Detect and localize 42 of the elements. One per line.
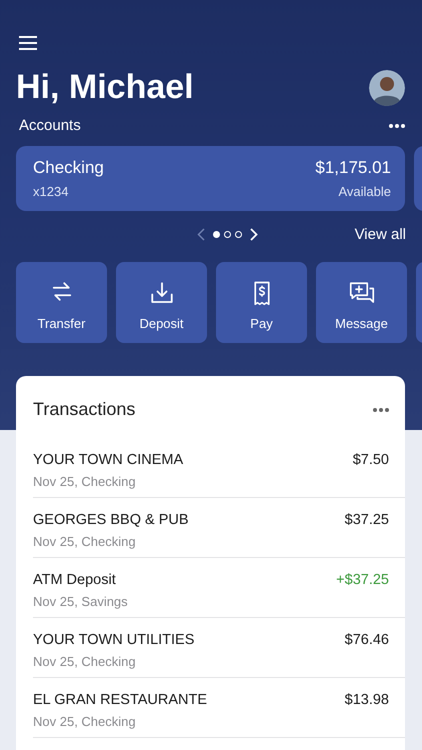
page-dot[interactable] [213, 230, 220, 238]
view-all-link[interactable]: View all [354, 226, 406, 242]
transaction-amount: $37.25 [344, 512, 389, 530]
section-label: Accounts [19, 117, 81, 134]
transaction-row[interactable]: EL GRAN RESTAURANTE Nov 25, Checking $13.98 [33, 678, 405, 738]
account-balance: $1,175.01 [315, 158, 391, 178]
page-dot[interactable] [224, 230, 232, 238]
transaction-detail: Nov 25, Checking [33, 654, 137, 669]
account-card[interactable]: Checking x1234 $1,175.01 Available [16, 146, 405, 211]
action-button[interactable]: Pay [216, 262, 307, 343]
transaction-amount: $13.98 [344, 692, 389, 710]
transaction-row[interactable]: ATM Deposit Nov 25, Savings +$37.25 [33, 558, 405, 618]
transaction-row[interactable]: YOUR TOWN CINEMA Nov 25, Checking $7.50 [33, 438, 405, 498]
merchant-name: ATM Deposit [33, 572, 117, 588]
transaction-detail: Nov 25, Checking [33, 474, 137, 489]
transaction-row[interactable]: YOUR TOWN UTILITIES Nov 25, Checking $76.46 [33, 618, 405, 678]
merchant-name: YOUR TOWN CINEMA [33, 452, 184, 468]
transaction-detail: Nov 25, Checking [33, 714, 137, 729]
action-button[interactable]: Deposit [116, 262, 207, 343]
menu-icon[interactable] [19, 36, 37, 50]
merchant-name: EL GRAN RESTAURANTE [33, 692, 208, 708]
account-number: x1234 [33, 184, 70, 199]
greeting-title: Hi, Michael [16, 68, 194, 107]
transaction-amount: $76.46 [344, 632, 389, 650]
transaction-detail: Nov 25, Savings [33, 594, 128, 609]
card-title: Transactions [33, 399, 136, 420]
merchant-name: GEORGES BBQ & PUB [33, 512, 189, 528]
previous-icon[interactable] [197, 228, 206, 240]
page-dot[interactable] [235, 230, 242, 238]
account-name: Checking [33, 158, 104, 178]
action-button[interactable]: Message [316, 262, 407, 343]
avatar[interactable] [369, 70, 405, 106]
balance-label: Available [337, 184, 391, 199]
transaction-detail: Nov 25, Checking [33, 534, 137, 549]
transaction-amount: +$37.25 [336, 572, 389, 590]
transaction-amount: $7.50 [352, 452, 389, 470]
more-icon[interactable] [389, 124, 405, 128]
next-icon[interactable] [250, 228, 258, 240]
merchant-name: YOUR TOWN UTILITIES [33, 632, 194, 648]
more-icon[interactable] [373, 408, 389, 412]
action-button[interactable]: Transfer [16, 262, 107, 343]
transaction-row[interactable]: GEORGES BBQ & PUB Nov 25, Checking $37.25 [33, 498, 405, 558]
